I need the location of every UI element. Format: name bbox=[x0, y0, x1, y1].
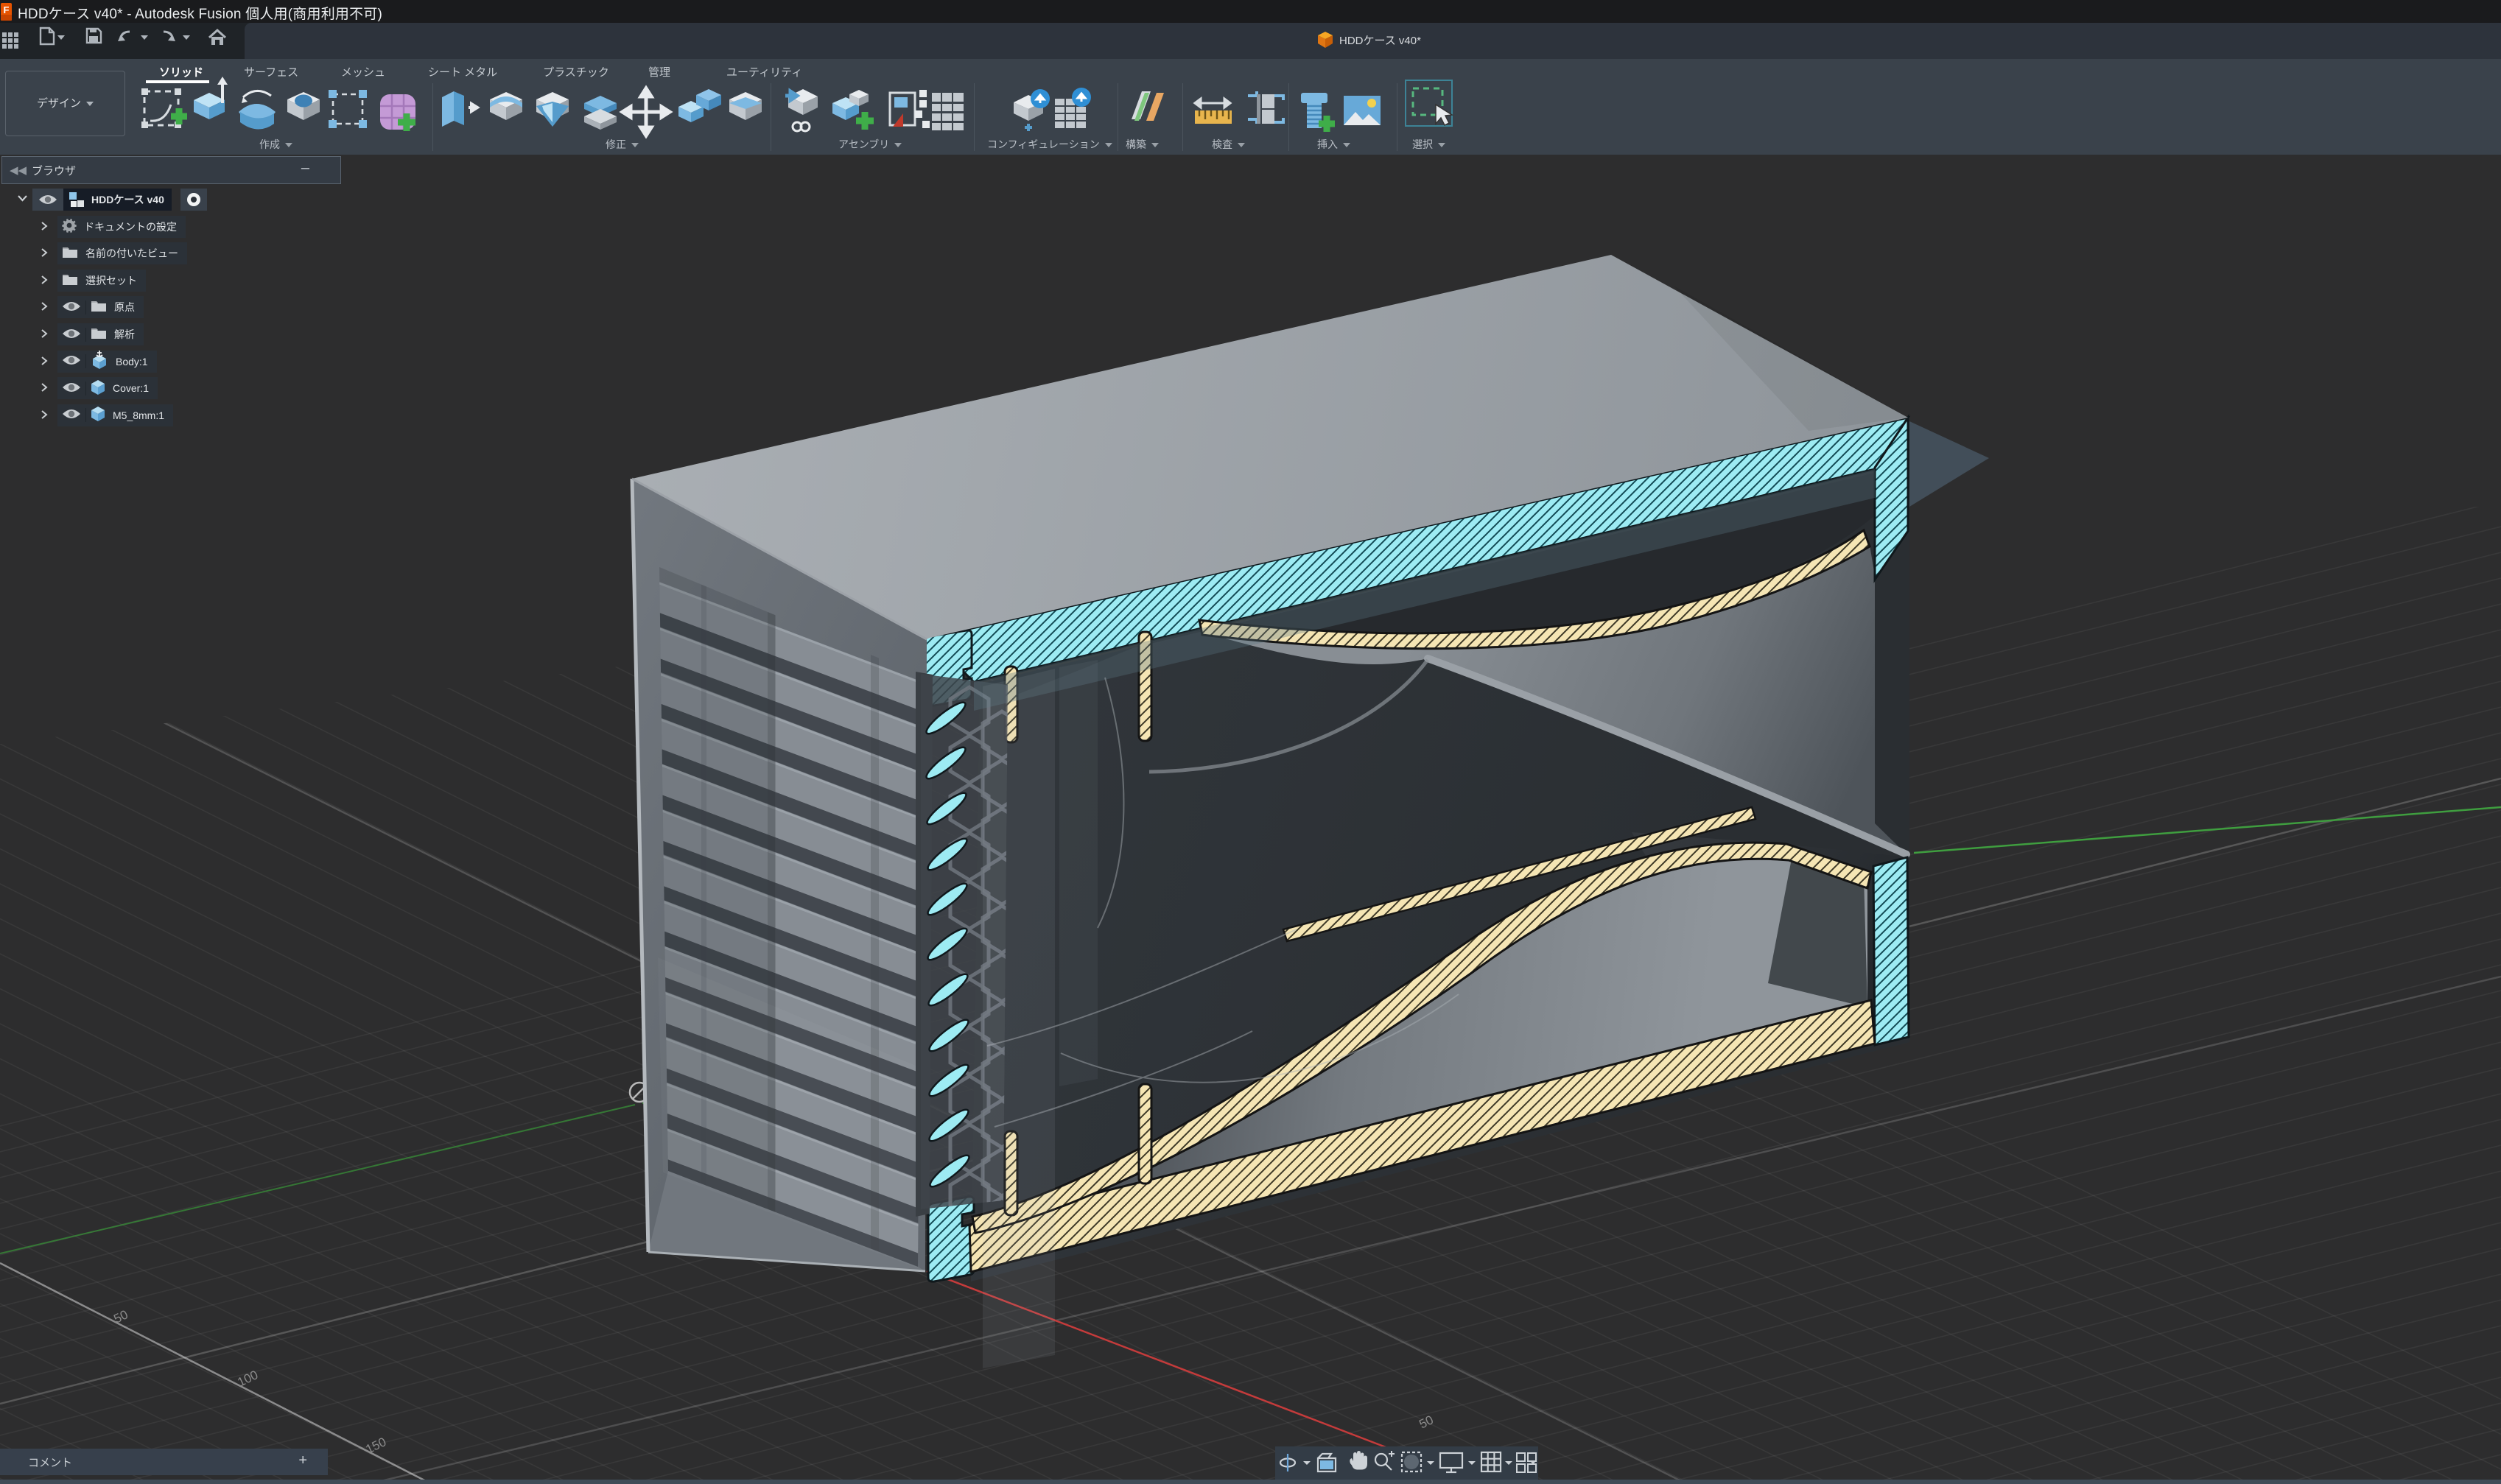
svg-text:HDDケース v40*: HDDケース v40* bbox=[1339, 35, 1421, 47]
svg-text:F: F bbox=[4, 4, 10, 15]
